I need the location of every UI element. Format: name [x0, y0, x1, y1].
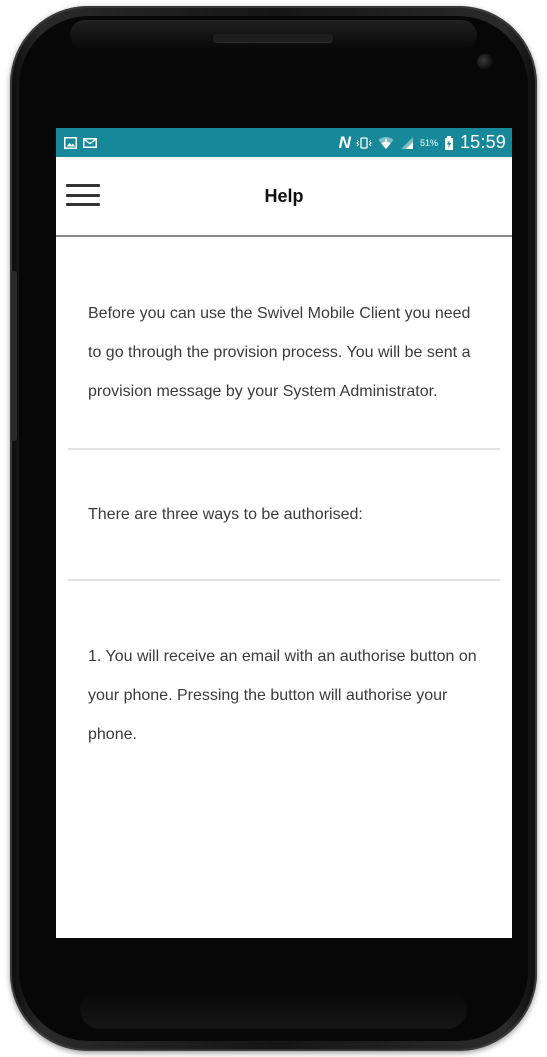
help-way-1-text: 1. You will receive an email with an aut…: [88, 648, 477, 743]
image-notification-icon: [64, 136, 77, 149]
earpiece-speaker: [213, 34, 333, 42]
battery-icon: [444, 135, 454, 150]
help-content: Before you can use the Swivel Mobile Cli…: [56, 237, 512, 754]
volume-button: [11, 271, 17, 441]
status-bar-right: N 51% 15:59: [339, 132, 506, 153]
phone-screen: N 51% 15:59 Help Before you can use the …: [56, 128, 512, 938]
signal-icon: [400, 136, 414, 149]
help-ways-heading: There are three ways to be authorised:: [88, 506, 363, 523]
menu-line: [66, 193, 100, 197]
wifi-icon: [378, 136, 394, 150]
page-title: Help: [264, 185, 304, 206]
status-bar: N 51% 15:59: [56, 128, 512, 157]
menu-line: [66, 184, 100, 187]
battery-percent: 51%: [419, 137, 438, 148]
status-bar-left: [64, 136, 97, 149]
app-bar: Help: [56, 157, 512, 237]
menu-line: [66, 203, 100, 206]
status-time: 15:59: [459, 132, 506, 152]
mail-notification-icon: [83, 137, 97, 148]
hamburger-menu-icon[interactable]: [66, 179, 102, 211]
help-intro-text: Before you can use the Swivel Mobile Cli…: [88, 305, 471, 400]
nfc-icon: N: [338, 132, 351, 152]
phone-bottom-highlight: [80, 989, 467, 1029]
front-camera: [477, 54, 493, 70]
vibrate-icon: [356, 136, 372, 149]
